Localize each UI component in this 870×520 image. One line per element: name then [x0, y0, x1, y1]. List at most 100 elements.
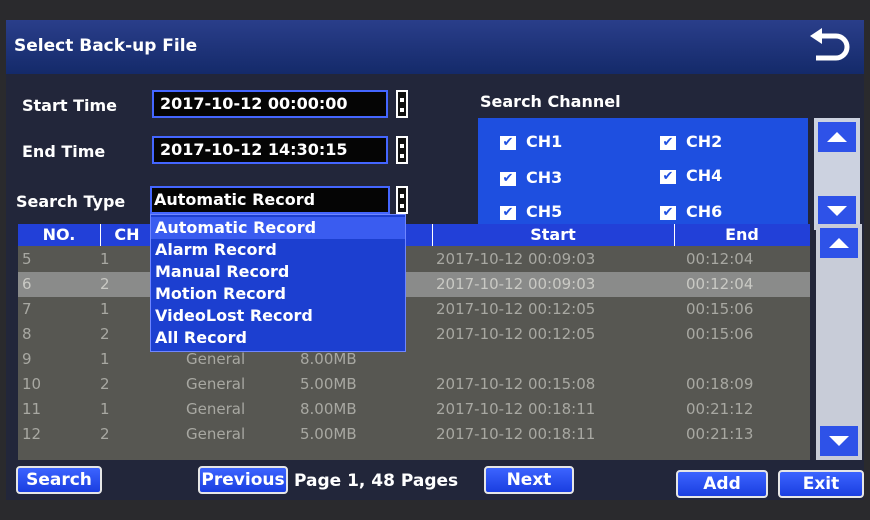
table-scroll-down-button[interactable]	[820, 426, 858, 456]
row-type: General	[186, 400, 246, 418]
search-type-option[interactable]: Motion Record	[155, 283, 286, 305]
end-time-field[interactable]: 2017-10-12 14:30:15	[152, 136, 388, 164]
table-row[interactable]: 12 2 General 5.00MB 2017-10-12 00:18:11 …	[18, 422, 810, 447]
row-size: 5.00MB	[300, 375, 357, 393]
title-bar: Select Back-up File	[6, 20, 864, 74]
channel-label: CH5	[526, 202, 563, 221]
window-title: Select Back-up File	[14, 36, 198, 56]
search-channel-label: Search Channel	[480, 92, 621, 111]
row-start: 2017-10-12 00:12:05	[436, 300, 596, 318]
row-size: 8.00MB	[300, 400, 357, 418]
row-end: 00:18:09	[686, 375, 754, 393]
start-time-field[interactable]: 2017-10-12 00:00:00	[152, 90, 388, 118]
search-type-label: Search Type	[16, 192, 126, 211]
arrow-down-icon	[829, 436, 849, 446]
row-no: 8	[22, 325, 32, 343]
row-end: 00:15:06	[686, 325, 754, 343]
row-no: 6	[22, 275, 32, 293]
row-start: 2017-10-12 00:12:05	[436, 325, 596, 343]
previous-button[interactable]: Previous	[198, 466, 288, 494]
row-ch: 2	[100, 425, 110, 443]
table-row[interactable]: 7 1 2017-10-12 00:12:05 00:15:06	[18, 297, 810, 322]
channel-list: ✔ CH1 ✔ CH2 ✔ CH3 ✔ CH4 ✔ CH5 ✔ CH6	[478, 118, 808, 230]
table-row[interactable]: 5 1 2017-10-12 00:09:03 00:12:04	[18, 247, 810, 272]
channel-label: CH3	[526, 168, 563, 187]
row-ch: 2	[100, 275, 110, 293]
row-end: 00:21:12	[686, 400, 754, 418]
start-time-label: Start Time	[22, 96, 117, 115]
table-row[interactable]: 11 1 General 8.00MB 2017-10-12 00:18:11 …	[18, 397, 810, 422]
checkmark-icon: ✔	[660, 135, 676, 150]
channel-ch5-checkbox[interactable]: ✔ CH5	[500, 202, 562, 221]
table-scroll-up-button[interactable]	[820, 228, 858, 258]
channel-label: CH1	[526, 132, 563, 151]
row-end: 00:12:04	[686, 250, 754, 268]
row-ch: 1	[100, 250, 110, 268]
table-scrollbar[interactable]	[816, 224, 862, 460]
search-type-option[interactable]: Manual Record	[155, 261, 289, 283]
row-no: 9	[22, 350, 32, 368]
row-ch: 1	[100, 400, 110, 418]
end-time-label: End Time	[22, 142, 106, 161]
return-arrow-icon[interactable]	[806, 26, 852, 66]
row-start: 2017-10-12 00:09:03	[436, 275, 596, 293]
row-start: 2017-10-12 00:09:03	[436, 250, 596, 268]
channel-label: CH6	[686, 202, 723, 221]
row-no: 12	[22, 425, 42, 443]
search-type-option[interactable]: Alarm Record	[155, 239, 277, 261]
table-row[interactable]: 8 2 2017-10-12 00:12:05 00:15:06	[18, 322, 810, 347]
row-ch: 2	[100, 325, 110, 343]
file-table: NO. CH Start End 5 1 2017-10-12 00:09:03…	[18, 224, 810, 460]
checkmark-icon: ✔	[500, 135, 516, 150]
search-type-dropdown-toggle[interactable]	[396, 186, 408, 214]
channel-scrollbar[interactable]	[814, 118, 860, 230]
row-start: 2017-10-12 00:15:08	[436, 375, 596, 393]
channel-ch4-checkbox[interactable]: ✔ CH4	[660, 166, 722, 185]
checkmark-icon: ✔	[500, 171, 516, 186]
next-button[interactable]: Next	[484, 466, 574, 494]
channel-label: CH4	[686, 166, 723, 185]
row-start: 2017-10-12 00:18:11	[436, 400, 596, 418]
start-time-spinner[interactable]	[396, 90, 408, 118]
checkmark-icon: ✔	[660, 205, 676, 220]
column-no: NO.	[18, 224, 101, 246]
table-row[interactable]: 10 2 General 5.00MB 2017-10-12 00:15:08 …	[18, 372, 810, 397]
dvr-screen: Select Back-up File Start Time 2017-10-1…	[0, 0, 870, 520]
row-type: General	[186, 425, 246, 443]
channel-ch3-checkbox[interactable]: ✔ CH3	[500, 168, 562, 187]
row-type: General	[186, 375, 246, 393]
row-ch: 1	[100, 350, 110, 368]
channel-ch1-checkbox[interactable]: ✔ CH1	[500, 132, 562, 151]
row-no: 11	[22, 400, 42, 418]
checkmark-icon: ✔	[660, 169, 676, 184]
row-end: 00:12:04	[686, 275, 754, 293]
column-start: Start	[432, 224, 675, 246]
column-end: End	[725, 225, 759, 244]
row-ch: 2	[100, 375, 110, 393]
search-type-option[interactable]: All Record	[155, 327, 247, 349]
arrow-up-icon	[829, 238, 849, 248]
search-type-select[interactable]: Automatic Record	[150, 186, 390, 214]
end-time-spinner[interactable]	[396, 136, 408, 164]
row-end: 00:21:13	[686, 425, 754, 443]
channel-scroll-up-button[interactable]	[818, 122, 856, 152]
row-no: 5	[22, 250, 32, 268]
page-indicator: Page 1, 48 Pages	[294, 471, 459, 491]
add-button[interactable]: Add	[676, 470, 768, 498]
channel-label: CH2	[686, 132, 723, 151]
arrow-up-icon	[827, 132, 847, 142]
table-row[interactable]: 9 1 General 8.00MB	[18, 347, 810, 372]
table-row[interactable]: 6 2 2017-10-12 00:09:03 00:12:04	[18, 272, 810, 297]
channel-scroll-down-button[interactable]	[818, 196, 856, 226]
row-no: 10	[22, 375, 42, 393]
channel-ch2-checkbox[interactable]: ✔ CH2	[660, 132, 722, 151]
arrow-down-icon	[827, 206, 847, 216]
search-type-option[interactable]: VideoLost Record	[155, 305, 313, 327]
row-start: 2017-10-12 00:18:11	[436, 425, 596, 443]
exit-button[interactable]: Exit	[778, 470, 864, 498]
search-button[interactable]: Search	[16, 466, 102, 494]
row-end: 00:15:06	[686, 300, 754, 318]
channel-ch6-checkbox[interactable]: ✔ CH6	[660, 202, 722, 221]
search-type-option[interactable]: Automatic Record	[151, 217, 405, 239]
column-ch: CH	[100, 224, 155, 246]
